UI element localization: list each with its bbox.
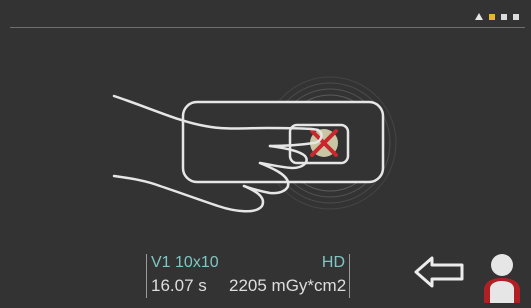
- dose-value: 2205 mGy*cm2: [229, 276, 347, 295]
- indicator-square-icon: [501, 13, 507, 20]
- person-icon: [484, 254, 520, 303]
- indicator-square-icon: [513, 13, 519, 20]
- patient-icon[interactable]: [478, 250, 526, 303]
- header-divider: [10, 27, 525, 28]
- back-arrow-icon: [414, 256, 464, 288]
- exposure-time: 16.07 s: [151, 276, 207, 295]
- hand-press-button-icon: [112, 76, 397, 213]
- mode-label: V1 10x10: [151, 254, 219, 271]
- indicator-active-icon: [489, 13, 495, 20]
- indicator-triangle-icon: [475, 13, 483, 20]
- exposure-status-panel: V1 10x10 HD 16.07 s 2205 mGy*cm2: [146, 254, 350, 298]
- quality-label: HD: [321, 254, 345, 271]
- back-button[interactable]: [410, 252, 470, 292]
- page-indicators: [475, 13, 519, 20]
